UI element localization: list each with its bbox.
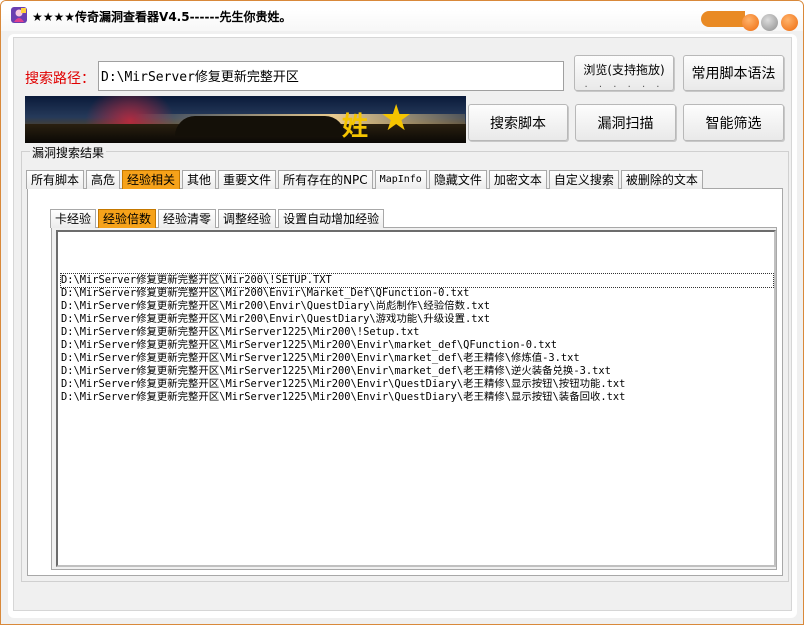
results-list: D:\MirServer修复更新完整开区\Mir200\!SETUP.TXT D… bbox=[60, 273, 774, 404]
star-icon: ★ bbox=[380, 98, 413, 139]
banner-character: 姓 bbox=[342, 112, 369, 142]
results-group-title: 漏洞搜索结果 bbox=[30, 144, 107, 161]
subtab-exp-reset[interactable]: 经验清零 bbox=[158, 209, 217, 228]
browse-dots: · · · · · · bbox=[584, 82, 664, 93]
title-accent-decoration bbox=[701, 11, 745, 27]
search-script-button[interactable]: 搜索脚本 bbox=[468, 104, 568, 141]
tab-hidden-files[interactable]: 隐藏文件 bbox=[428, 170, 487, 189]
search-path-label: 搜索路径： bbox=[25, 71, 95, 87]
browse-button[interactable]: 浏览(支持拖放) · · · · · · bbox=[574, 55, 674, 93]
search-script-label: 搜索脚本 bbox=[490, 115, 546, 132]
tab-custom-search[interactable]: 自定义搜索 bbox=[548, 170, 619, 189]
close-button[interactable] bbox=[781, 14, 798, 31]
list-item[interactable]: D:\MirServer修复更新完整开区\Mir200\Envir\QuestD… bbox=[61, 313, 773, 326]
app-icon bbox=[11, 7, 27, 23]
tab-all-scripts[interactable]: 所有脚本 bbox=[26, 170, 85, 189]
subtab-auto-exp[interactable]: 设置自动增加经验 bbox=[278, 209, 385, 228]
list-item[interactable]: D:\MirServer修复更新完整开区\Mir200\!SETUP.TXT bbox=[60, 273, 774, 288]
list-item[interactable]: D:\MirServer修复更新完整开区\MirServer1225\Mir20… bbox=[61, 326, 773, 339]
tab-encrypted-text[interactable]: 加密文本 bbox=[488, 170, 547, 189]
tab-experience[interactable]: 经验相关 bbox=[122, 170, 181, 189]
maximize-button[interactable] bbox=[761, 14, 778, 31]
subtab-adjust-exp[interactable]: 调整经验 bbox=[218, 209, 277, 228]
list-item[interactable]: D:\MirServer修复更新完整开区\Mir200\Envir\QuestD… bbox=[61, 300, 773, 313]
subtab-exp-multiplier[interactable]: 经验倍数 bbox=[98, 209, 157, 228]
smart-filter-button[interactable]: 智能筛选 bbox=[683, 104, 784, 141]
common-syntax-button[interactable]: 常用脚本语法 bbox=[683, 55, 784, 91]
vuln-scan-button[interactable]: 漏洞扫描 bbox=[575, 104, 676, 141]
banner-image: 姓 ★ bbox=[25, 96, 466, 143]
results-listbox[interactable]: D:\MirServer修复更新完整开区\Mir200\!SETUP.TXT D… bbox=[56, 230, 776, 567]
list-item[interactable]: D:\MirServer修复更新完整开区\MirServer1225\Mir20… bbox=[61, 339, 773, 352]
tab-important-files[interactable]: 重要文件 bbox=[218, 170, 277, 189]
browse-button-label: 浏览(支持拖放) bbox=[583, 63, 665, 77]
category-tabs: 所有脚本 高危 经验相关 其他 重要文件 所有存在的NPC MapInfo 隐藏… bbox=[26, 170, 705, 189]
list-item[interactable]: D:\MirServer修复更新完整开区\Mir200\Envir\Market… bbox=[61, 287, 773, 300]
smart-filter-label: 智能筛选 bbox=[705, 115, 762, 132]
tab-all-npc[interactable]: 所有存在的NPC bbox=[278, 170, 373, 189]
list-item[interactable]: D:\MirServer修复更新完整开区\MirServer1225\Mir20… bbox=[61, 378, 773, 391]
tab-mapinfo[interactable]: MapInfo bbox=[374, 170, 427, 189]
vuln-scan-label: 漏洞扫描 bbox=[597, 115, 654, 132]
tab-deleted-text[interactable]: 被删除的文本 bbox=[620, 170, 703, 189]
subtab-stuck-exp[interactable]: 卡经验 bbox=[50, 209, 97, 228]
experience-sub-tabs: 卡经验 经验倍数 经验清零 调整经验 设置自动增加经验 bbox=[50, 209, 386, 228]
search-path-input[interactable]: D:\MirServer修复更新完整开区 bbox=[98, 61, 564, 91]
list-item[interactable]: D:\MirServer修复更新完整开区\MirServer1225\Mir20… bbox=[61, 352, 773, 365]
minimize-button[interactable] bbox=[742, 14, 759, 31]
banner-hill bbox=[175, 116, 345, 136]
tab-high-risk[interactable]: 高危 bbox=[86, 170, 121, 189]
list-item[interactable]: D:\MirServer修复更新完整开区\MirServer1225\Mir20… bbox=[61, 391, 773, 404]
list-item[interactable]: D:\MirServer修复更新完整开区\MirServer1225\Mir20… bbox=[61, 365, 773, 378]
window-title: ★★★★传奇漏洞查看器V4.5------先生你贵姓。 bbox=[32, 10, 292, 24]
common-syntax-label: 常用脚本语法 bbox=[691, 66, 776, 82]
tab-other[interactable]: 其他 bbox=[182, 170, 217, 189]
title-bar[interactable]: ★★★★传奇漏洞查看器V4.5------先生你贵姓。 bbox=[1, 1, 803, 31]
